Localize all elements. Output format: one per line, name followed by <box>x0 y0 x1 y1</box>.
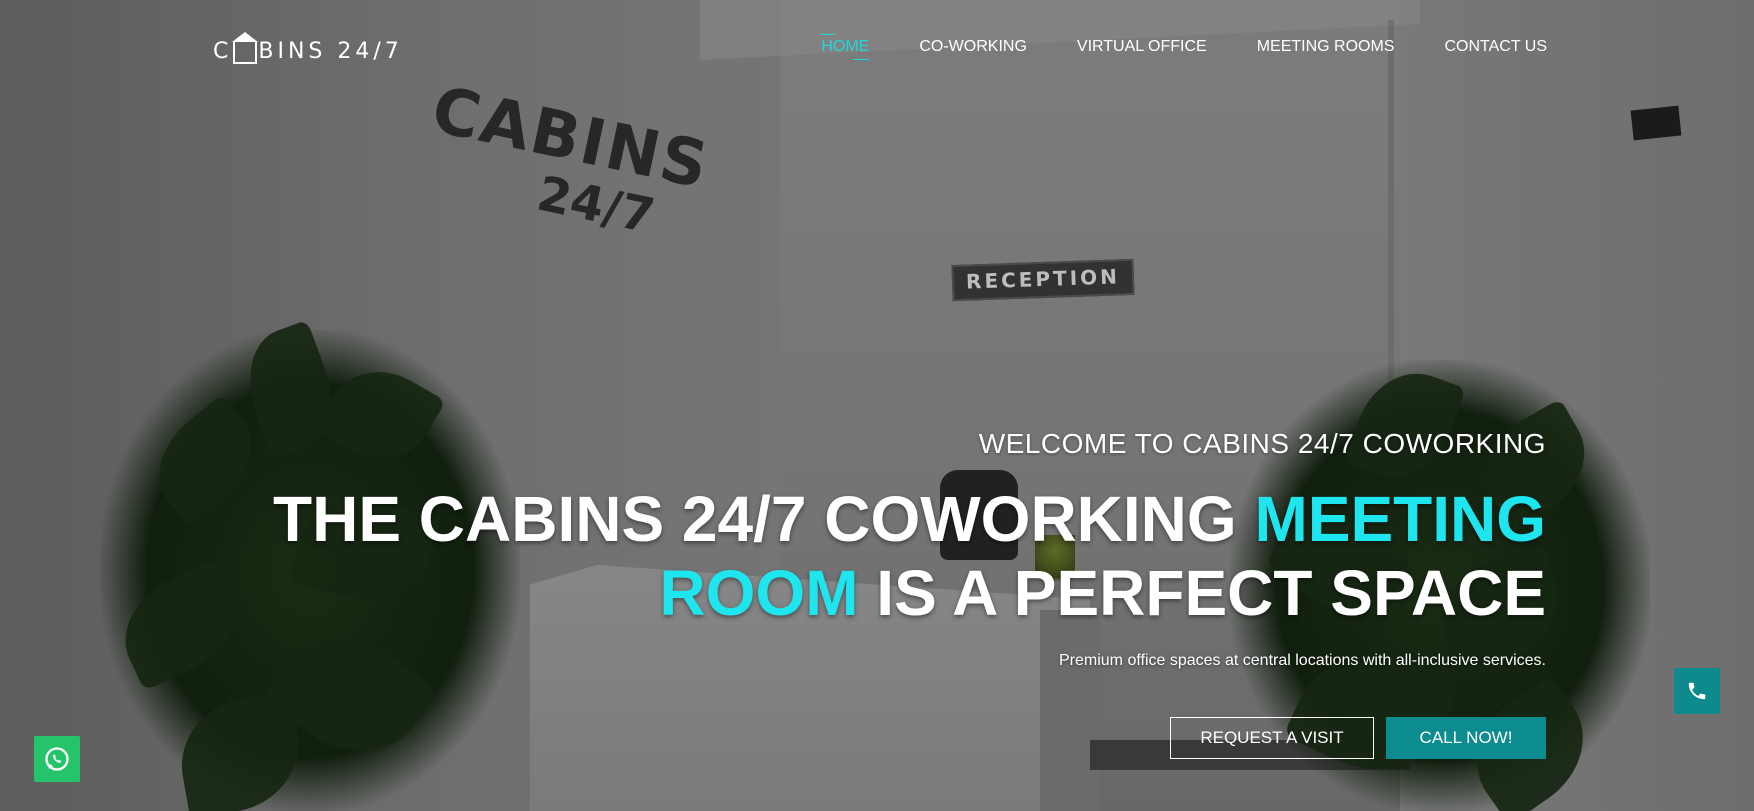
floating-call-button[interactable] <box>1674 668 1720 714</box>
hero-section: CABINS 24/7 RECEPTION C BINS 24/7 HOME C… <box>0 0 1754 811</box>
hero-welcome: WELCOME TO CABINS 24/7 COWORKING <box>978 428 1546 459</box>
request-visit-button[interactable]: REQUEST A VISIT <box>1170 717 1374 759</box>
headline-part2: IS A PERFECT SPACE <box>858 557 1546 629</box>
hero-headline: THE CABINS 24/7 COWORKING MEETING ROOM IS… <box>246 482 1546 630</box>
nav-item-home[interactable]: HOME <box>821 34 870 60</box>
whatsapp-button[interactable] <box>34 736 80 782</box>
call-now-button[interactable]: CALL NOW! <box>1386 717 1546 759</box>
nav-item-contact-us[interactable]: CONTACT US <box>1444 38 1547 60</box>
headline-part1: THE CABINS 24/7 COWORKING <box>273 483 1255 555</box>
headline-accent-room: ROOM <box>659 557 859 629</box>
logo-text-start: C <box>213 38 233 64</box>
hero-subline: Premium office spaces at central locatio… <box>1058 652 1546 669</box>
logo-text-end: BINS 24/7 <box>258 38 403 64</box>
dark-overlay <box>0 0 1754 811</box>
site-logo[interactable]: C BINS 24/7 <box>213 32 403 66</box>
headline-accent-meeting: MEETING <box>1254 483 1546 555</box>
nav-item-virtual-office[interactable]: VIRTUAL OFFICE <box>1077 38 1207 60</box>
main-nav: HOME CO-WORKING VIRTUAL OFFICE MEETING R… <box>771 34 1547 60</box>
nav-item-co-working[interactable]: CO-WORKING <box>919 38 1027 60</box>
phone-icon <box>1688 682 1706 700</box>
hero-buttons: REQUEST A VISIT CALL NOW! <box>1170 717 1546 759</box>
house-icon <box>232 32 259 64</box>
nav-item-meeting-rooms[interactable]: MEETING ROOMS <box>1257 38 1395 60</box>
whatsapp-icon <box>45 747 69 771</box>
hero-text-block: WELCOME TO CABINS 24/7 COWORKING THE CAB… <box>246 428 1546 670</box>
